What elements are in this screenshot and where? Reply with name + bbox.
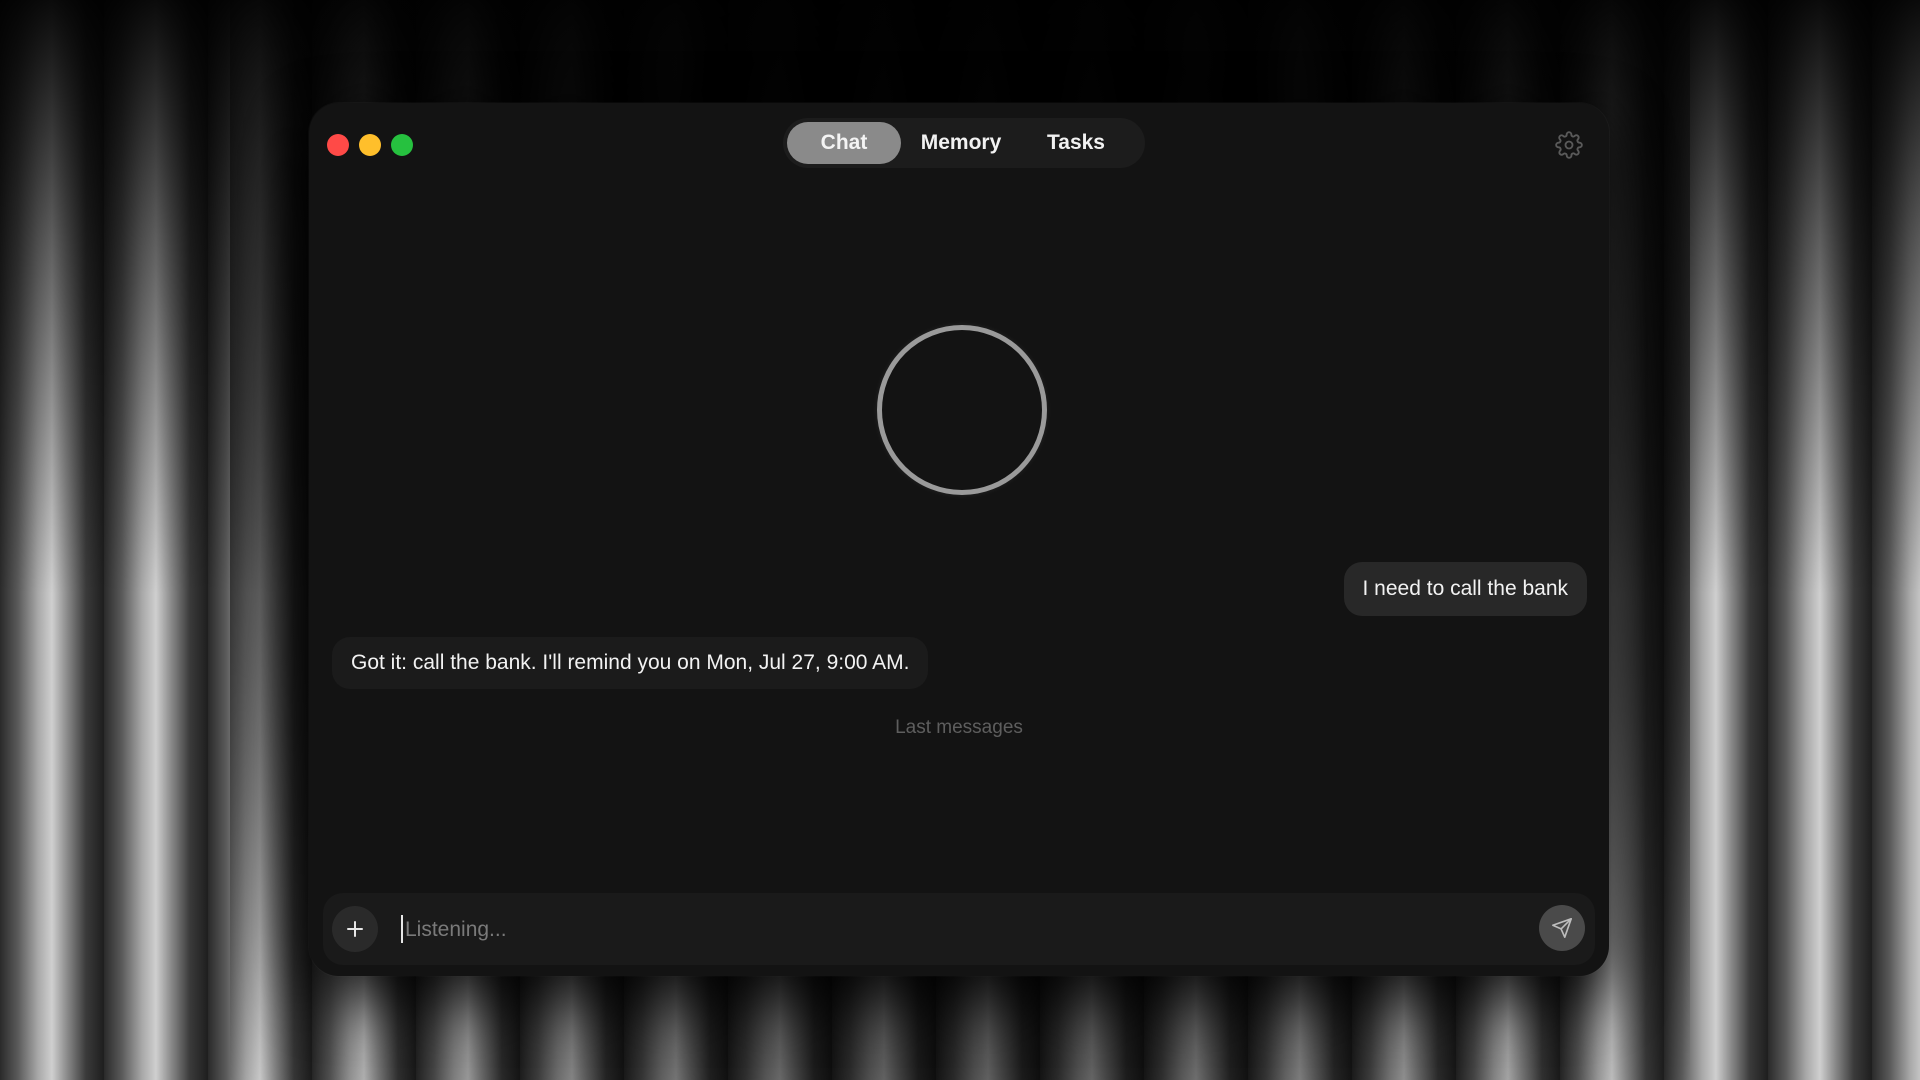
voice-orb-ring[interactable]: [877, 325, 1047, 495]
app-window: Chat Memory Tasks I need to call the ban…: [309, 103, 1609, 976]
window-controls: [327, 134, 413, 156]
tab-memory[interactable]: Memory: [901, 122, 1021, 164]
send-icon: [1552, 918, 1572, 938]
tab-bar: Chat Memory Tasks: [783, 118, 1145, 168]
settings-button[interactable]: [1555, 131, 1583, 159]
plus-icon: [347, 921, 363, 937]
tab-chat[interactable]: Chat: [787, 122, 901, 164]
assistant-message-bubble: Got it: call the bank. I'll remind you o…: [332, 637, 929, 689]
minimize-window-button[interactable]: [359, 134, 381, 156]
attach-button[interactable]: [332, 906, 378, 952]
tab-tasks[interactable]: Tasks: [1021, 122, 1131, 164]
send-button[interactable]: [1539, 905, 1585, 951]
user-message-bubble: I need to call the bank: [1343, 562, 1587, 616]
close-window-button[interactable]: [327, 134, 349, 156]
message-composer: [323, 893, 1595, 965]
maximize-window-button[interactable]: [391, 134, 413, 156]
message-input[interactable]: [403, 907, 1487, 953]
history-label: Last messages: [895, 717, 1023, 738]
gear-icon: [1555, 131, 1583, 159]
